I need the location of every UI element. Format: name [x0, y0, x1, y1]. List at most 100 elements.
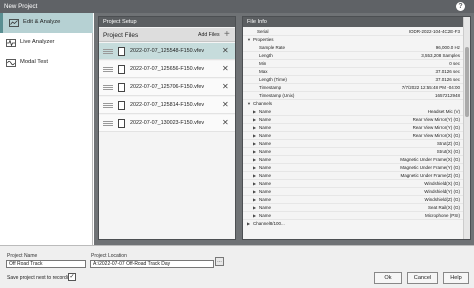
property-row: Sample Rate 96,000.0 Hz	[243, 44, 463, 52]
section-label: Channels	[253, 101, 273, 106]
info-scrollbar[interactable]	[463, 17, 470, 239]
property-row: Length (Time) 37.0126 sec	[243, 76, 463, 84]
file-row[interactable]: 2022-07-07_125548-F150.vfev ✕	[99, 43, 235, 60]
ok-button[interactable]: Ok	[374, 272, 402, 284]
sidebar-item-label: Live Analyzer	[20, 39, 55, 45]
properties-section[interactable]: ▼ Properties	[243, 36, 463, 44]
expand-triangle-icon[interactable]: ▶	[253, 173, 256, 178]
file-row[interactable]: 2022-07-07_125814-F150.vfev ✕	[99, 97, 235, 114]
remove-icon[interactable]: ✕	[222, 64, 229, 74]
window-title: New Project	[4, 3, 38, 10]
channel-key: Name	[259, 117, 272, 122]
save-next-checkbox[interactable]: ✓	[68, 273, 76, 281]
channel-key: Name	[259, 213, 272, 218]
project-location-input[interactable]	[90, 260, 214, 268]
live-analyzer-icon	[6, 39, 16, 47]
channel-group-row[interactable]: ▶ Channel8/100...	[243, 220, 463, 228]
property-value: 7/7/2022 12:55:48 PM -04:00	[401, 85, 460, 90]
channel-row[interactable]: ▶ Name Headset Mic (V)	[243, 108, 463, 116]
expand-triangle-icon[interactable]: ▶	[253, 149, 256, 154]
property-key: Sample Rate	[259, 45, 286, 50]
expand-triangle-icon[interactable]: ▶	[253, 181, 256, 186]
section-label: Channel8/100...	[253, 221, 285, 226]
expand-triangle-icon[interactable]: ▶	[253, 205, 256, 210]
file-row[interactable]: 2022-07-07_130023-F150.vfev ✕	[99, 115, 235, 132]
edit-analyze-icon	[9, 19, 19, 27]
cancel-button[interactable]: Cancel	[407, 272, 438, 284]
expand-triangle-icon[interactable]: ▶	[253, 141, 256, 146]
property-key: Length	[259, 53, 273, 58]
browse-icon[interactable]: …	[215, 257, 224, 266]
add-files-button[interactable]: Add Files	[198, 32, 220, 38]
property-row: Max 37.0126 sec	[243, 68, 463, 76]
channel-row[interactable]: ▶ Name Microphone (PSI)	[243, 212, 463, 220]
drag-handle-icon[interactable]	[103, 85, 113, 90]
channel-key: Name	[259, 205, 272, 210]
channel-row[interactable]: ▶ Name Strut(Z) (G)	[243, 140, 463, 148]
channel-key: Name	[259, 157, 272, 162]
expand-triangle-icon[interactable]: ▶	[253, 125, 256, 130]
channel-row[interactable]: ▶ Name Magnetic Under Frame(X) (G)	[243, 156, 463, 164]
channel-row[interactable]: ▶ Name Magnetic Under Frame(Z) (G)	[243, 172, 463, 180]
expand-triangle-icon[interactable]: ▶	[253, 213, 256, 218]
modal-test-icon	[6, 59, 16, 67]
property-row: Timestamp (Unix) 1657212948	[243, 92, 463, 100]
property-key: Length (Time)	[259, 77, 287, 82]
file-row[interactable]: 2022-07-07_125656-F150.vfev ✕	[99, 61, 235, 78]
channel-name: Magnetic Under Frame(Y) (G)	[400, 165, 460, 170]
expand-triangle-icon[interactable]: ▶	[253, 197, 256, 202]
drag-handle-icon[interactable]	[103, 67, 113, 72]
file-row[interactable]: 2022-07-07_125706-F150.vfev ✕	[99, 79, 235, 96]
sidebar-item-edit-analyze[interactable]: Edit & Analyze	[0, 13, 93, 33]
collapse-triangle-icon[interactable]: ▼	[247, 101, 251, 106]
info-value: IODR-2022-104-4C2E-F3	[408, 29, 460, 34]
expand-triangle-icon[interactable]: ▶	[253, 157, 256, 162]
channel-row[interactable]: ▶ Name Rear View Mirror(X) (G)	[243, 132, 463, 140]
channel-key: Name	[259, 173, 272, 178]
channel-name: Microphone (PSI)	[424, 213, 460, 218]
channel-key: Name	[259, 149, 272, 154]
property-value: 96,000.0 Hz	[435, 45, 460, 50]
plus-icon[interactable]: +	[224, 29, 230, 40]
document-icon	[118, 47, 125, 56]
drag-handle-icon[interactable]	[103, 49, 113, 54]
info-key: Serial	[257, 29, 269, 34]
project-name-input[interactable]	[6, 260, 86, 268]
sidebar-item-live-analyzer[interactable]: Live Analyzer	[0, 33, 93, 53]
file-info-header: File Info	[243, 17, 463, 27]
channel-row[interactable]: ▶ Name Rear View Mirror(Y) (G)	[243, 124, 463, 132]
channel-row[interactable]: ▶ Name Rear View Mirror(Y) (G)	[243, 116, 463, 124]
channel-row[interactable]: ▶ Name Windshield(Y) (G)	[243, 188, 463, 196]
drag-handle-icon[interactable]	[103, 121, 113, 126]
sidebar-item-modal-test[interactable]: Modal Test	[0, 53, 93, 73]
channel-row[interactable]: ▶ Name Strut(X) (G)	[243, 148, 463, 156]
expand-triangle-icon[interactable]: ▶	[253, 117, 256, 122]
collapse-triangle-icon[interactable]: ▼	[247, 37, 251, 42]
expand-triangle-icon[interactable]: ▶	[253, 133, 256, 138]
property-key: Timestamp (Unix)	[259, 93, 295, 98]
channel-row[interactable]: ▶ Name Magnetic Under Frame(Y) (G)	[243, 164, 463, 172]
scrollbar-thumb[interactable]	[465, 47, 469, 117]
channel-row[interactable]: ▶ Name Seat Rail(X) (G)	[243, 204, 463, 212]
channel-row[interactable]: ▶ Name Windshield(Z) (G)	[243, 196, 463, 204]
expand-triangle-icon[interactable]: ▶	[253, 165, 256, 170]
remove-icon[interactable]: ✕	[222, 82, 229, 92]
channels-section[interactable]: ▼ Channels	[243, 100, 463, 108]
title-bar: New Project ?	[0, 0, 474, 13]
channel-row[interactable]: ▶ Name Windshield(X) (G)	[243, 180, 463, 188]
channel-key: Name	[259, 181, 272, 186]
project-name-label: Project Name	[7, 253, 38, 259]
help-button[interactable]: Help	[443, 272, 469, 284]
help-icon[interactable]: ?	[456, 2, 465, 11]
channel-name: Rear View Mirror(Y) (G)	[412, 125, 460, 130]
remove-icon[interactable]: ✕	[222, 46, 229, 56]
remove-icon[interactable]: ✕	[222, 100, 229, 110]
expand-triangle-icon[interactable]: ▶	[253, 109, 256, 114]
expand-triangle-icon[interactable]: ▶	[247, 221, 250, 226]
file-info-panel: File Info Serial IODR-2022-104-4C2E-F3 ▼…	[242, 16, 471, 240]
remove-icon[interactable]: ✕	[222, 118, 229, 128]
drag-handle-icon[interactable]	[103, 103, 113, 108]
channel-key: Name	[259, 141, 272, 146]
project-setup-header: Project Setup	[99, 17, 235, 27]
expand-triangle-icon[interactable]: ▶	[253, 189, 256, 194]
